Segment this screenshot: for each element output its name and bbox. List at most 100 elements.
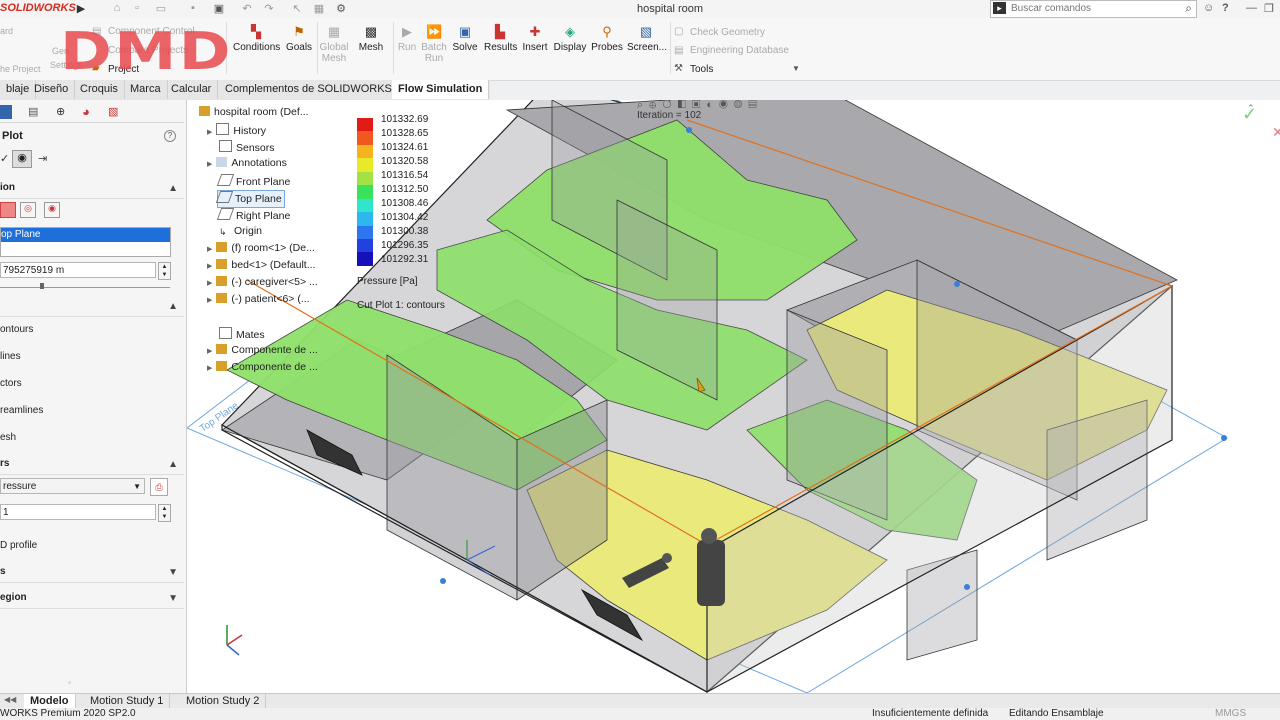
tree-item-componente-2[interactable]: ▶ Componente de ... [207,361,318,377]
results-button[interactable]: ▙ Results [484,24,517,53]
print-icon[interactable]: ▣ [212,2,226,15]
tree-item-mates[interactable]: Mates [219,327,265,343]
scene-icon[interactable]: ◍ [734,100,749,111]
region-section-header[interactable]: egion ▼ [0,592,184,609]
mesh-button[interactable]: ▩ Mesh [353,24,389,53]
tree-item-sensors[interactable]: Sensors [219,140,275,156]
view-settings-icon[interactable]: ▤ [748,100,762,111]
streamlines-option[interactable]: reamlines [0,405,43,416]
graphics-area[interactable]: ⌕⊕↺◧▣◐◉◍▤ ⌃ ✓ ✕ Iteration = 102 Top Plan… [187,100,1280,693]
tree-item-history[interactable]: ▶ History [207,123,266,139]
tree-item-right-plane[interactable]: Right Plane [216,208,290,224]
tree-root[interactable]: hospital room (Def... [199,106,309,122]
scroll-handle-icon[interactable]: ◦ [68,678,71,687]
3d-profile-option[interactable]: D profile [0,540,37,551]
search-icon[interactable]: ⌕ [1185,1,1192,16]
levels-spinner-icon[interactable]: ▲ ▼ [158,504,171,522]
command-search[interactable]: ▸ Buscar comandos ⌕ [990,0,1197,18]
insert-button[interactable]: ✚ Insert [521,24,549,53]
property-manager-tab-icon[interactable]: ▤ [28,105,38,118]
search-scope-icon[interactable]: ▸ [993,2,1006,14]
ok-check-icon[interactable]: ✓ [0,152,9,165]
tools-button[interactable]: Tools [690,64,713,75]
engineering-database-icon[interactable]: ▤ [674,45,683,56]
display-section-header[interactable]: ▲ [0,300,184,317]
new-document-icon[interactable]: ▫ [130,2,144,15]
expand-chevron-icon[interactable]: ▼ [168,567,178,578]
face-select-icon[interactable]: ◉ [44,202,60,218]
tree-item-bed[interactable]: ▶ bed<1> (Default... [207,259,315,275]
tab-croquis[interactable]: Croquis [74,80,125,99]
offset-input[interactable]: 795275919 m [0,262,156,278]
options-gear-icon[interactable]: ⚙ [334,2,348,15]
slider-thumb[interactable] [40,283,44,289]
tab-marca[interactable]: Marca [124,80,168,99]
expand-menu-icon[interactable]: ▶ [74,2,88,15]
offset-slider[interactable] [0,283,170,289]
parameter-select[interactable]: ressure ▼ [0,478,145,494]
contours-option[interactable]: ontours [0,324,33,335]
units-status[interactable]: MMGS [1215,708,1246,719]
configuration-manager-tab-icon[interactable]: ⊕ [56,105,65,118]
screen-capture-button[interactable]: ▧ Screen... [627,24,667,53]
tree-item-caregiver[interactable]: ▶ (-) caregiver<5> ... [207,276,318,292]
display-button[interactable]: ◈ Display [553,24,587,53]
collapse-chevron-icon[interactable]: ▲ [168,459,178,470]
confirm-check-icon[interactable]: ✓ [1242,104,1257,125]
check-geometry-icon[interactable]: ▢ [674,26,683,37]
minimize-icon[interactable]: — [1246,2,1257,14]
probes-button[interactable]: ⚲ Probes [591,24,623,53]
display-style-icon[interactable]: ◐ [706,100,719,111]
flow-analysis-tab-icon[interactable]: ▧ [108,105,118,118]
mesh-option[interactable]: esh [0,432,16,443]
tree-item-front-plane[interactable]: Front Plane [216,174,290,190]
restore-icon[interactable]: ❐ [1264,2,1274,15]
collapse-chevron-icon[interactable]: ▲ [168,301,178,312]
selection-list[interactable]: op Plane [0,227,171,257]
tools-dropdown-icon[interactable]: ▼ [792,64,800,73]
vectors-option[interactable]: ctors [0,378,22,389]
tab-calcular[interactable]: Calcular [165,80,219,99]
select-icon[interactable]: ↖ [290,2,304,15]
tree-item-annotations[interactable]: ▶ Annotations [207,157,287,173]
open-icon[interactable]: ▭ [154,2,168,15]
hide-show-icon[interactable]: ◉ [719,100,734,111]
expand-chevron-icon[interactable]: ▼ [168,593,178,604]
undo-icon[interactable]: ↶ [240,2,254,15]
goals-button[interactable]: ⚑ Goals [284,24,314,53]
levels-input[interactable]: 1 [0,504,156,520]
cancel-x-icon[interactable]: ✕ [1272,124,1280,141]
rebuild-icon[interactable]: ▦ [312,2,326,15]
tree-item-room[interactable]: ▶ (f) room<1> (De... [207,242,315,258]
tab-modelo[interactable]: Modelo [24,694,76,709]
run-button[interactable]: ▶ Run [396,24,418,53]
pin-icon[interactable]: ⇥ [38,152,47,165]
help-icon[interactable]: ? [1222,2,1229,14]
help-icon[interactable]: ? [164,130,176,142]
feature-manager-tab-icon[interactable] [0,105,12,119]
body-select-icon[interactable]: ◎ [20,202,36,218]
engineering-database-button[interactable]: Engineering Database [690,45,789,56]
user-icon[interactable]: ☺ [1203,2,1214,14]
scroll-first-icon[interactable]: ◀◀ [4,695,16,704]
wizard-button[interactable]: ard [0,26,13,36]
offset-spinner-icon[interactable]: ▲ ▼ [158,262,171,280]
selected-plane-item[interactable]: op Plane [1,228,170,242]
tree-item-top-plane[interactable]: Top Plane [215,190,285,208]
collapse-chevron-icon[interactable]: ▲ [168,183,178,194]
app-logo[interactable]: SOLIDWORKS [0,2,76,14]
dropdown-icon[interactable]: ▼ [133,479,141,495]
save-icon[interactable]: ▪ [186,2,200,15]
solve-button[interactable]: ▣ Solve [452,24,478,53]
tab-flow-simulation[interactable]: Flow Simulation [392,80,490,99]
model-view[interactable] [187,100,1280,693]
contours-section-header[interactable]: rs ▲ [0,458,184,475]
tree-item-componente-1[interactable]: ▶ Componente de ... [207,344,318,360]
adjust-range-icon[interactable]: ⎙ [150,478,168,496]
home-icon[interactable]: ⌂ [110,2,124,15]
plane-select-icon[interactable] [0,202,16,218]
settings-section-header[interactable]: s ▼ [0,566,184,583]
tab-complementos[interactable]: Complementos de SOLIDWORKS [219,80,399,99]
redo-icon[interactable]: ↷ [262,2,276,15]
conditions-button[interactable]: ▚ Conditions [233,24,280,53]
